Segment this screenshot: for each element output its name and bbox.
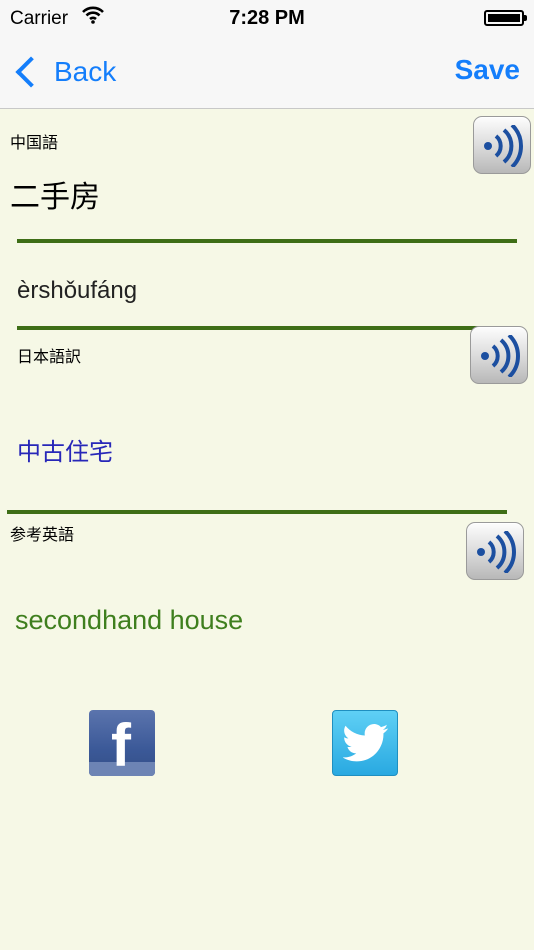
facebook-share-button[interactable]: f — [89, 710, 155, 776]
divider — [17, 326, 487, 330]
back-button[interactable]: Back — [12, 52, 116, 92]
japanese-speak-button[interactable] — [470, 326, 528, 384]
twitter-icon — [343, 724, 389, 762]
battery-icon — [484, 10, 527, 26]
twitter-share-button[interactable] — [332, 710, 398, 776]
status-time: 7:28 PM — [229, 7, 305, 29]
chevron-left-icon — [15, 56, 47, 88]
japanese-translation: 中古住宅 — [17, 438, 113, 466]
speaker-icon — [477, 531, 516, 573]
divider — [17, 239, 517, 243]
chinese-speak-button[interactable] — [473, 116, 531, 174]
facebook-icon: f — [111, 712, 131, 776]
speaker-icon — [481, 335, 520, 377]
chinese-word: 二手房 — [10, 180, 100, 215]
pinyin-text: èrshǒufáng — [17, 277, 138, 304]
status-bar: Carrier 7:28 PM — [0, 0, 534, 36]
divider — [7, 510, 507, 514]
save-button[interactable]: Save — [455, 54, 520, 86]
english-translation: secondhand house — [15, 605, 244, 635]
back-label: Back — [54, 56, 117, 87]
english-section-label: 参考英語 — [10, 527, 75, 544]
chinese-section-label: 中国語 — [10, 135, 59, 152]
navigation-bar: Back Save — [0, 36, 534, 109]
speaker-icon — [484, 125, 523, 167]
english-speak-button[interactable] — [466, 522, 524, 580]
japanese-section-label: 日本語訳 — [17, 349, 82, 366]
